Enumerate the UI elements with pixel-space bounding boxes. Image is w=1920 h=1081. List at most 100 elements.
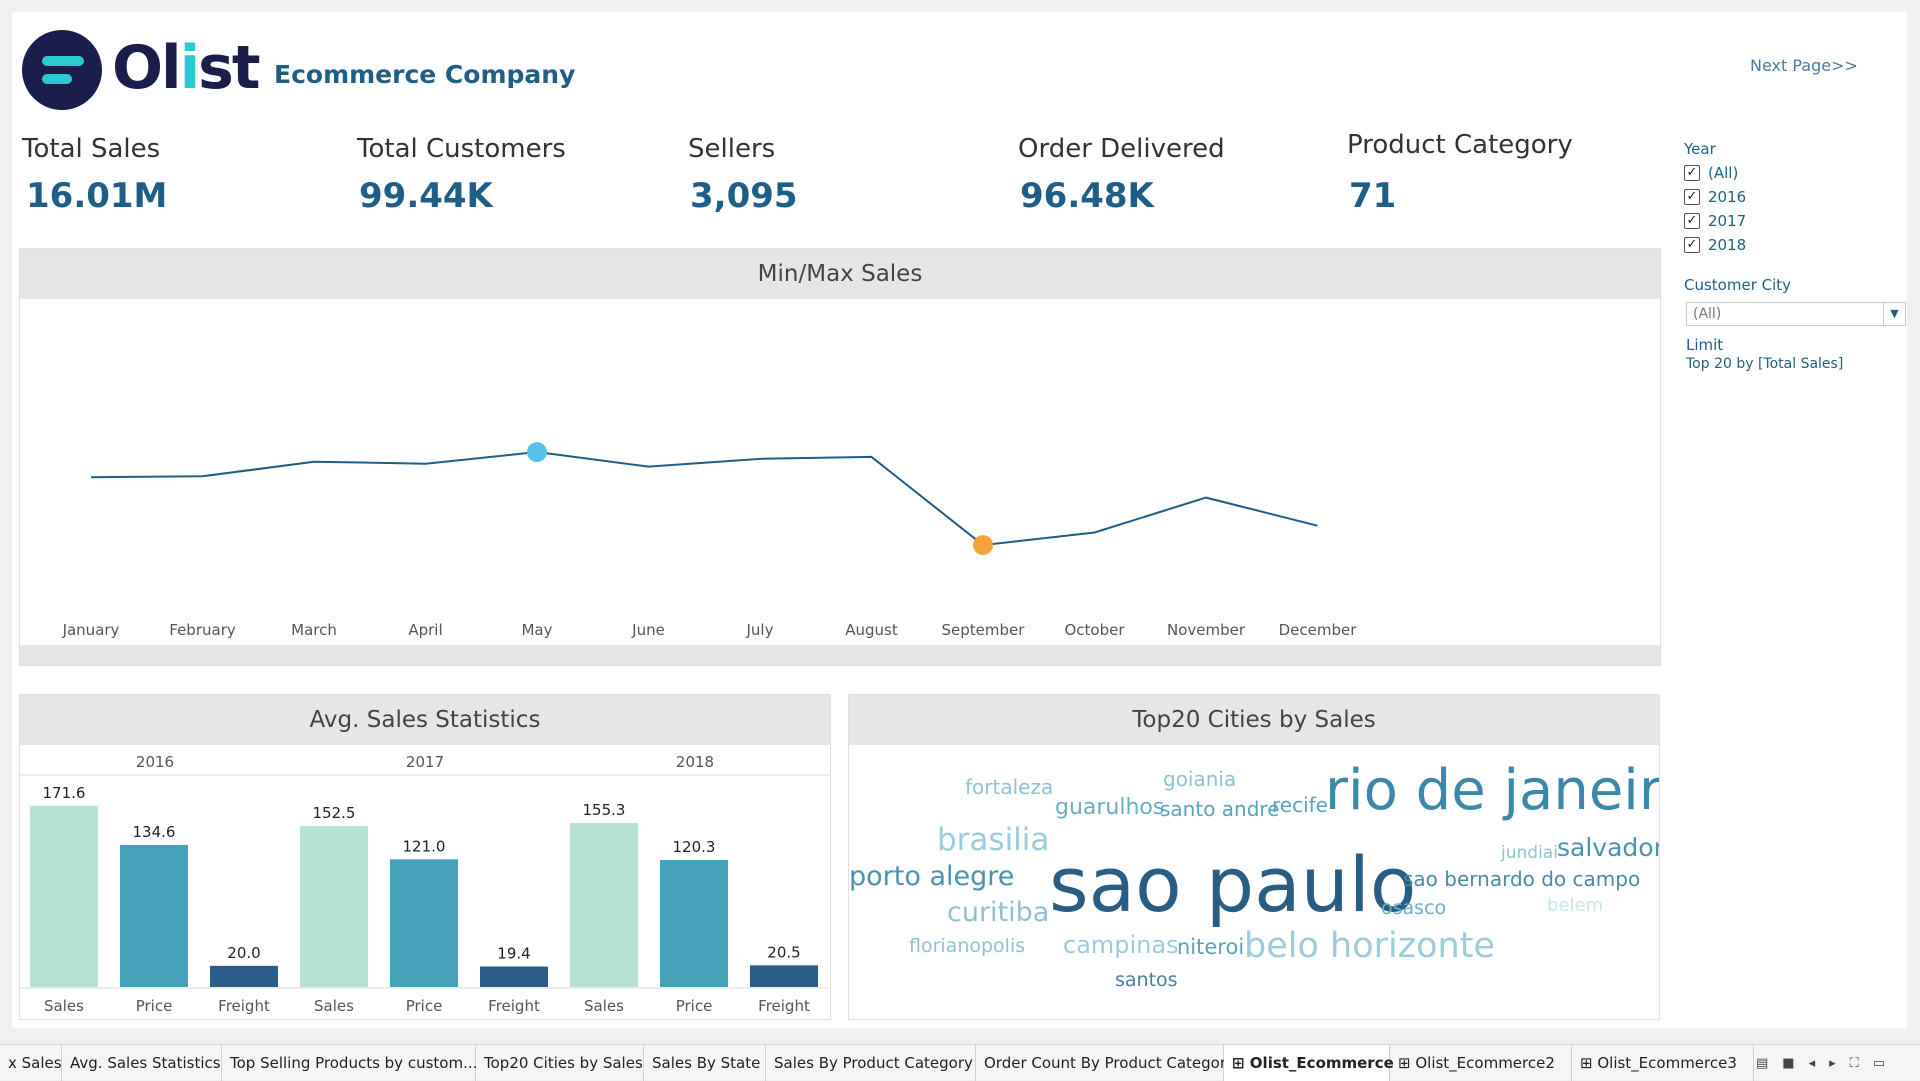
word-goiania[interactable]: goiania (1163, 769, 1236, 789)
word-curitiba[interactable]: curitiba (947, 899, 1049, 926)
word-santos[interactable]: santos (1115, 971, 1178, 990)
bar-value-label: 152.5 (313, 804, 356, 822)
kpi-total-customers: Total Customers 99.44K (357, 134, 566, 216)
dashboard-grid-icon: ⊞ (1580, 1054, 1598, 1072)
bar-price[interactable] (390, 859, 458, 987)
sales-point[interactable] (311, 459, 317, 465)
tab-label: Sales By State (652, 1054, 761, 1072)
tab-label: Olist_Ecommerce3 (1597, 1054, 1737, 1072)
word-porto-alegre[interactable]: porto alegre (849, 863, 1014, 890)
checkbox-checked-icon[interactable]: ✓ (1684, 165, 1700, 181)
tab-avg-sales-statistics[interactable]: Avg. Sales Statistics (62, 1045, 222, 1081)
chart-footer-bar (20, 645, 1660, 665)
kpi-label: Product Category (1347, 130, 1573, 160)
bar-value-label: 171.6 (43, 784, 86, 802)
word-sao-paulo[interactable]: sao paulo (1049, 847, 1416, 923)
word-jundiai[interactable]: jundiai (1501, 845, 1558, 862)
word-campinas[interactable]: campinas (1063, 933, 1179, 957)
x-tick-label: Freight (218, 997, 270, 1015)
year-group-label: 2018 (676, 753, 714, 771)
kpi-order-delivered: Order Delivered 96.48K (1018, 134, 1225, 216)
tab-olist-ecommerce[interactable]: ⊞ Olist_Ecommerce (1224, 1045, 1394, 1081)
chevron-down-icon[interactable]: ▼ (1883, 303, 1905, 325)
sales-point[interactable] (88, 474, 94, 480)
word-florianopolis[interactable]: florianopolis (909, 937, 1025, 956)
bar-price[interactable] (660, 860, 728, 987)
kpi-label: Total Sales (22, 134, 161, 164)
word-guarulhos[interactable]: guarulhos (1055, 797, 1164, 819)
tab-label: Order Count By Product Category (984, 1054, 1235, 1072)
sales-point[interactable] (1092, 529, 1098, 535)
word-niteroi[interactable]: niteroi (1177, 937, 1244, 958)
filmstrip-icon[interactable]: ■ (1782, 1056, 1794, 1071)
kpi-total-sales: Total Sales 16.01M (22, 134, 167, 216)
year-option-label: (All) (1708, 164, 1739, 182)
previous-sheet-icon[interactable]: ◂ (1809, 1056, 1816, 1071)
olist-logo-text: Olist (112, 33, 261, 103)
year-option-all[interactable]: ✓ (All) (1684, 164, 1738, 182)
tab-sales-by-product-category[interactable]: Sales By Product Category (766, 1045, 976, 1081)
year-option-2018[interactable]: ✓ 2018 (1684, 236, 1746, 254)
sales-point[interactable] (757, 456, 763, 462)
year-group-label: 2016 (136, 753, 174, 771)
checkbox-checked-icon[interactable]: ✓ (1684, 213, 1700, 229)
next-page-link[interactable]: Next Page>> (1750, 56, 1858, 75)
bar-value-label: 155.3 (583, 801, 626, 819)
year-option-2017[interactable]: ✓ 2017 (1684, 212, 1746, 230)
customer-city-value: (All) (1693, 306, 1722, 322)
max-sales-point[interactable] (527, 442, 547, 463)
sheet-sorter-icon[interactable]: ▤ (1756, 1056, 1768, 1071)
bar-freight[interactable] (480, 966, 548, 987)
fullscreen-icon[interactable]: ⛶ (1850, 1056, 1859, 1071)
bar-price[interactable] (120, 844, 188, 987)
tab-top20-cities[interactable]: Top20 Cities by Sales (476, 1045, 644, 1081)
year-filter-title: Year (1684, 140, 1716, 158)
sales-point[interactable] (1203, 495, 1209, 501)
word-santo-andre[interactable]: santo andre (1160, 799, 1280, 819)
word-belo-horizonte[interactable]: belo horizonte (1244, 929, 1495, 964)
min-max-sales-panel: Min/Max Sales January February March April M… (19, 248, 1661, 666)
tab-max-sales[interactable]: x Sales (0, 1045, 62, 1081)
word-rio-de-janeiro[interactable]: rio de janeiro (1325, 763, 1659, 819)
bar-sales[interactable] (300, 826, 368, 987)
word-brasilia[interactable]: brasilia (937, 825, 1049, 856)
tab-sales-by-state[interactable]: Sales By State (644, 1045, 766, 1081)
bar-freight[interactable] (210, 965, 278, 987)
word-recife[interactable]: recife (1272, 795, 1328, 815)
x-tick-label: February (169, 621, 236, 639)
tab-top-selling-products[interactable]: Top Selling Products by custom... (222, 1045, 478, 1081)
word-belem[interactable]: belem (1547, 897, 1603, 915)
kpi-product-category: Product Category 71 (1347, 130, 1573, 216)
word-sao-bernardo-do-campo[interactable]: sao bernardo do campo (1403, 869, 1640, 889)
min-sales-point[interactable] (973, 535, 993, 556)
bar-value-label: 121.0 (403, 837, 446, 855)
tab-olist-ecommerce2[interactable]: ⊞ Olist_Ecommerce2 (1390, 1045, 1572, 1081)
bar-sales[interactable] (570, 823, 638, 987)
word-osasco[interactable]: osasco (1381, 899, 1446, 918)
word-fortaleza[interactable]: fortaleza (965, 777, 1053, 797)
tab-label: Avg. Sales Statistics (70, 1054, 221, 1072)
customer-city-select[interactable]: (All) ▼ (1686, 302, 1906, 326)
tab-label: Top Selling Products by custom... (230, 1054, 478, 1072)
sales-point[interactable] (200, 473, 206, 479)
year-option-2016[interactable]: ✓ 2016 (1684, 188, 1746, 206)
word-salvador[interactable]: salvador (1557, 835, 1659, 860)
sales-point[interactable] (423, 461, 429, 467)
tab-order-count-by-product-category[interactable]: Order Count By Product Category (976, 1045, 1235, 1081)
bar-value-label: 19.4 (497, 945, 530, 963)
present-icon[interactable]: ▭ (1873, 1056, 1885, 1071)
bar-freight[interactable] (750, 965, 818, 987)
x-tick-label: Freight (758, 997, 810, 1015)
bar-sales[interactable] (30, 805, 98, 987)
sales-point[interactable] (646, 464, 652, 470)
dashboard-grid-icon: ⊞ (1398, 1054, 1416, 1072)
checkbox-checked-icon[interactable]: ✓ (1684, 237, 1700, 253)
checkbox-checked-icon[interactable]: ✓ (1684, 189, 1700, 205)
sales-point[interactable] (1315, 523, 1321, 529)
sales-point[interactable] (869, 454, 875, 460)
year-option-label: 2017 (1708, 212, 1747, 230)
next-sheet-icon[interactable]: ▸ (1829, 1056, 1836, 1071)
company-name: Ecommerce Company (274, 60, 576, 89)
min-max-sales-chart: January February March April May June July Augu… (62, 442, 1357, 639)
tab-olist-ecommerce3[interactable]: ⊞ Olist_Ecommerce3 (1572, 1045, 1754, 1081)
